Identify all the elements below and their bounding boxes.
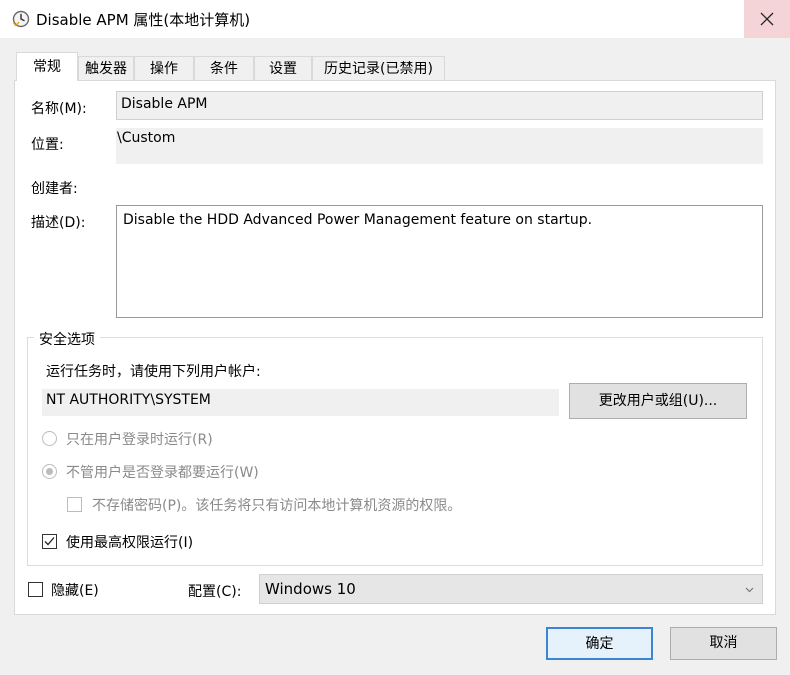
security-options-title: 安全选项 [34,329,100,349]
highest-privileges-label: 使用最高权限运行(I) [66,535,194,551]
close-button[interactable] [744,0,790,38]
no-store-password-label: 不存储密码(P)。该任务将只有访问本地计算机资源的权限。 [92,498,462,514]
highest-privileges-checkbox[interactable] [42,534,57,549]
run-as-prompt: 运行任务时，请使用下列用户帐户: [46,364,261,380]
user-account-field: NT AUTHORITY\SYSTEM [42,389,559,416]
checkmark-icon [44,537,55,546]
location-value: \Custom [116,128,763,164]
radio-run-logged-on-label: 只在用户登录时运行(R) [66,432,213,448]
chevron-down-icon [745,587,754,593]
title-bar: Disable APM 属性(本地计算机) [0,0,790,38]
tab-settings[interactable]: 设置 [254,56,312,80]
clock-icon [12,10,30,28]
hidden-label: 隐藏(E) [51,583,99,599]
radio-run-whether-logged[interactable] [42,464,57,479]
no-store-password-checkbox[interactable] [67,497,82,512]
author-label: 创建者: [31,181,78,197]
close-icon [760,12,774,26]
hidden-checkbox[interactable] [28,582,43,597]
ok-button[interactable]: 确定 [546,627,653,660]
tab-triggers[interactable]: 触发器 [78,56,134,80]
config-label: 配置(C): [188,584,242,600]
name-input[interactable]: Disable APM [116,91,763,120]
description-textarea[interactable]: Disable the HDD Advanced Power Managemen… [116,205,763,318]
tab-general[interactable]: 常规 [16,52,78,81]
radio-run-whether-logged-label: 不管用户是否登录都要运行(W) [66,465,259,481]
name-label: 名称(M): [31,101,87,117]
config-selected-value: Windows 10 [265,580,356,598]
tab-conditions[interactable]: 条件 [194,56,254,80]
radio-selected-dot [46,468,53,475]
window-title: Disable APM 属性(本地计算机) [36,11,251,29]
change-user-button[interactable]: 更改用户或组(U)... [569,383,747,419]
location-label: 位置: [31,137,64,153]
description-label: 描述(D): [31,215,86,231]
tab-history[interactable]: 历史记录(已禁用) [312,56,445,80]
radio-run-logged-on[interactable] [42,431,57,446]
cancel-button[interactable]: 取消 [670,627,777,660]
tab-actions[interactable]: 操作 [134,56,194,80]
config-select[interactable]: Windows 10 [259,574,763,604]
